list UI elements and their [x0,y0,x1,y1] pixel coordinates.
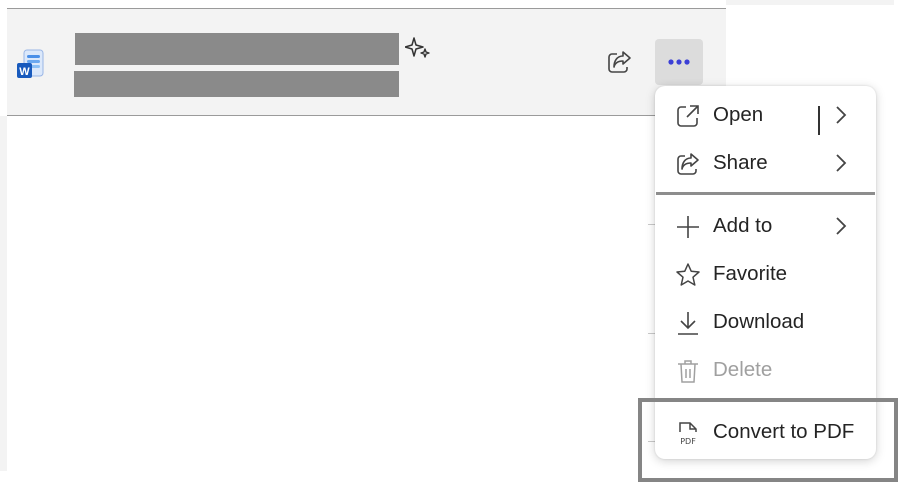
menu-divider [656,192,875,195]
chevron-right-icon[interactable] [833,104,849,126]
open-external-icon [677,105,699,127]
menu-item-label: Delete [713,358,773,381]
share-button[interactable] [603,45,637,79]
chevron-right-icon [836,154,847,172]
highlight-box [638,398,898,482]
trash-icon [678,360,698,383]
star-icon [676,263,700,286]
plus-icon [677,216,699,238]
menu-item-label: Favorite [713,262,788,285]
list-left-margin [0,116,7,471]
sparkle-icon[interactable] [405,36,431,60]
menu-item-add-to[interactable]: Add to [655,204,876,248]
menu-item-label: Download [713,310,805,333]
file-details-redacted [74,71,399,97]
menu-item-download[interactable]: Download [655,300,876,344]
share-icon [677,153,699,175]
menu-item-favorite[interactable]: Favorite [655,252,876,296]
chevron-right-icon [836,217,847,235]
menu-item-delete[interactable]: Delete [655,348,876,392]
download-icon [678,312,698,335]
file-name-redacted [75,33,399,65]
menu-item-label: Open [713,103,764,126]
share-icon [608,51,631,73]
more-options-button[interactable] [655,39,703,85]
split-separator [818,106,820,135]
svg-text:W: W [19,66,30,78]
menu-item-open[interactable]: Open [655,93,876,137]
menu-item-label: Add to [713,214,773,237]
menu-item-label: Share [713,151,768,174]
word-document-icon: W [17,49,44,78]
menu-item-share[interactable]: Share [655,141,876,185]
more-options-icon [668,59,690,65]
